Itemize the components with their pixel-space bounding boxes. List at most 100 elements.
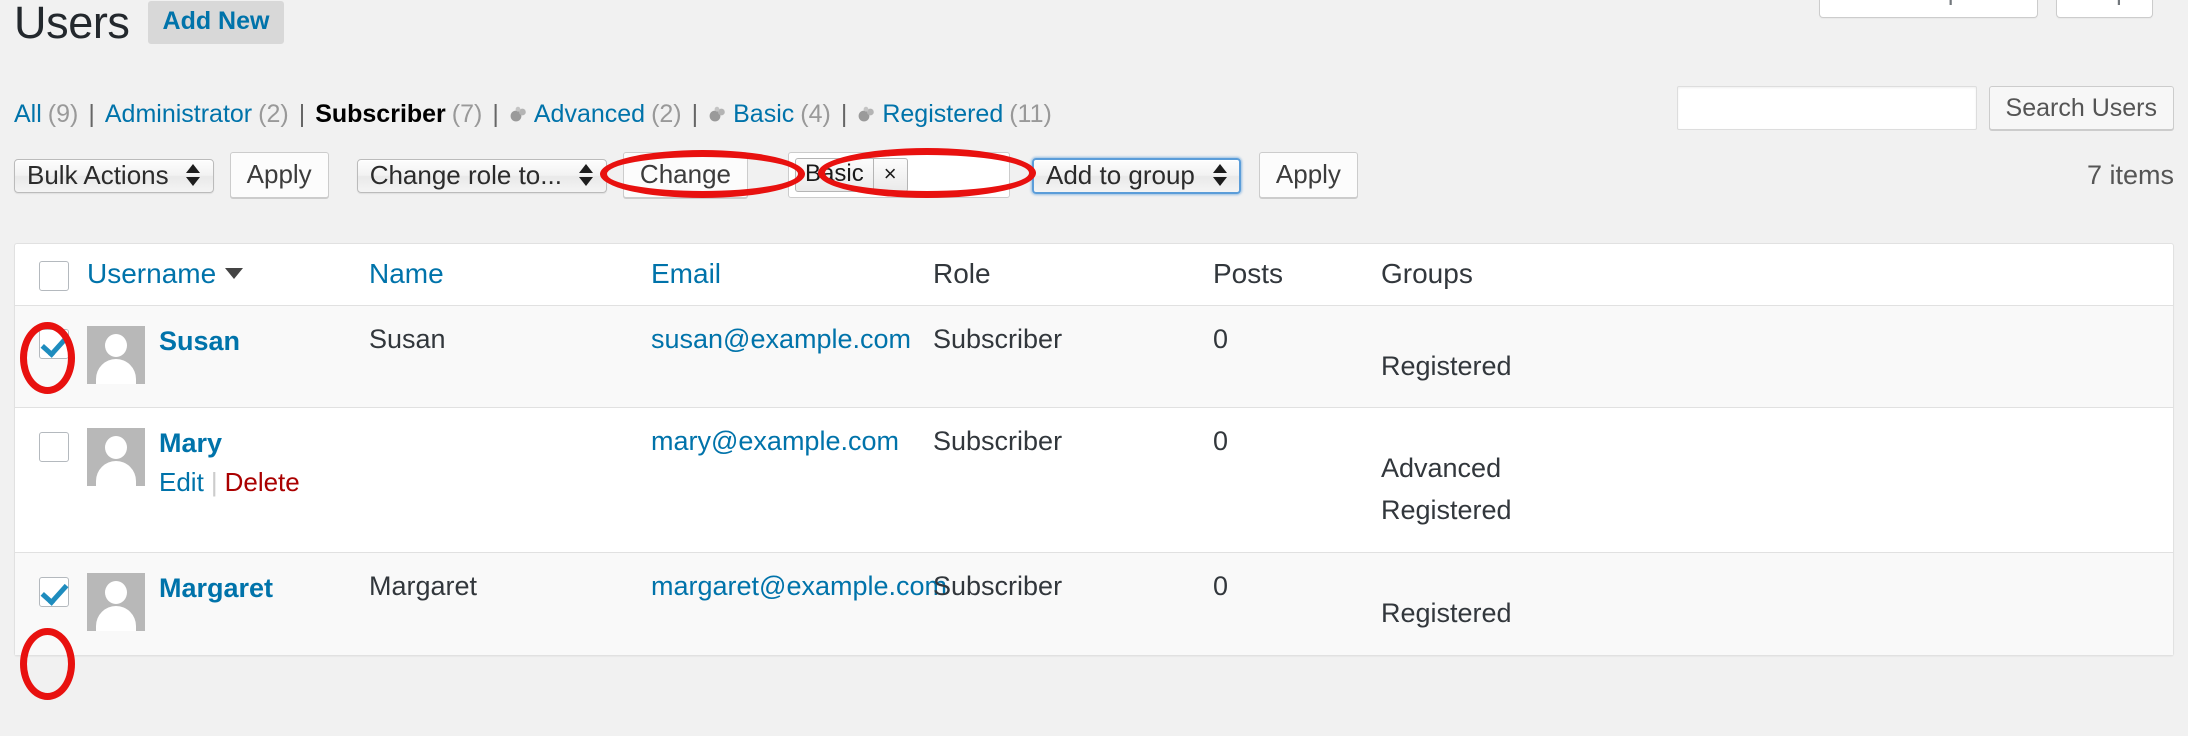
filter-registered[interactable]: Registered (11) [857,100,1052,129]
add-to-group-select-wrap: Add to group [1032,157,1241,194]
group-token-field[interactable]: Basic × [788,152,1010,198]
group-icon [708,102,728,122]
filter-separator: | [298,100,306,128]
column-header-posts: Posts [1213,244,1381,306]
filter-count: (9) [47,100,79,128]
email-link[interactable]: mary@example.com [651,426,899,456]
filter-advanced[interactable]: Advanced (2) [509,100,682,129]
table-row: Susan Susan susan@example.com Subscriber 0 Re… [15,305,2173,409]
row-checkbox[interactable] [39,577,69,608]
change-role-select[interactable]: Change role to... [356,158,607,193]
avatar [87,573,145,632]
column-header-email[interactable]: Email [651,244,933,306]
select-all-checkbox[interactable] [39,260,69,291]
users-table: Username Name Email Role Posts Groups Su… [15,244,2173,655]
column-header-name[interactable]: Name [369,244,651,306]
filter-count: (11) [1009,100,1052,128]
username-link[interactable]: Mary [159,428,300,459]
username-cell: Susan [87,305,369,409]
column-header-username-label: Username [87,258,217,290]
filter-link-registered[interactable]: Registered [882,100,1003,129]
filter-count: (4) [800,100,831,128]
username-cell: Mary Edit | Delete [87,407,369,554]
username-link[interactable]: Margaret [159,573,273,604]
search-input[interactable] [1676,86,1977,130]
column-header-groups: Groups [1381,244,2173,306]
filter-all[interactable]: All (9) [14,100,78,129]
filter-count: (2) [258,100,289,128]
filter-link-basic[interactable]: Basic [733,100,794,129]
role-cell: Subscriber [933,407,1213,554]
users-table-wrapper: Username Name Email Role Posts Groups Su… [14,243,2174,656]
group-token-label: Basic [805,160,864,187]
filter-count: (2) [651,100,682,128]
select-all-header [15,244,87,306]
group-token[interactable]: Basic × [795,158,908,192]
delete-link[interactable]: Delete [225,467,300,497]
role-filter-links: All (9) | Administrator (2) | Subscriber (7) | Ad… [14,100,1052,129]
table-nav-top: Bulk Actions Apply Change role to... Cha… [14,152,2174,208]
avatar [87,325,145,384]
group-icon [509,102,529,122]
sort-desc-icon [225,268,244,280]
bulk-actions-select[interactable]: Bulk Actions [14,158,214,193]
column-header-role: Role [933,244,1213,306]
search-users-button[interactable]: Search Users [1988,86,2174,130]
filter-administrator[interactable]: Administrator (2) [105,100,289,129]
groups-cell: Registered [1381,305,2173,409]
group-name: Advanced [1381,453,1502,484]
row-checkbox-cell [15,407,87,554]
filter-count: (7) [451,100,483,128]
row-checkbox-cell [15,305,87,409]
row-actions: Edit | Delete [159,467,300,498]
screen-options-button[interactable]: Screen Options [1819,0,2038,18]
role-cell: Subscriber [933,305,1213,409]
row-checkbox[interactable] [39,432,69,463]
posts-cell: 0 [1213,407,1381,554]
column-header-username[interactable]: Username [87,244,369,306]
filter-link-all[interactable]: All [14,100,42,129]
change-role-button[interactable]: Change [622,152,748,198]
items-count: 7 items [2086,160,2174,190]
bulk-actions-select-wrap: Bulk Actions [14,158,214,193]
close-icon[interactable]: × [872,159,907,191]
group-name: Registered [1381,598,1512,629]
screen-meta-bar: Screen Options Help [1819,0,2153,18]
email-link[interactable]: susan@example.com [651,324,911,354]
bulk-apply-button[interactable]: Apply [229,152,329,198]
filter-separator: | [840,100,848,128]
groups-cell: Registered [1381,553,2173,655]
username-cell: Margaret [87,553,369,655]
search-box: Search Users [1676,86,2174,130]
filter-link-administrator[interactable]: Administrator [105,100,252,129]
row-checkbox[interactable] [39,329,69,360]
edit-link[interactable]: Edit [159,467,204,497]
filter-basic[interactable]: Basic (4) [708,100,831,129]
filter-separator: | [88,100,95,128]
table-header-row: Username Name Email Role Posts Groups [15,244,2173,306]
username-link[interactable]: Susan [159,326,240,357]
filter-link-subscriber[interactable]: Subscriber [315,100,446,129]
table-row: Margaret Margaret margaret@example.com Subs… [15,552,2173,655]
group-name: Registered [1381,350,1512,381]
role-cell: Subscriber [933,571,1063,602]
filter-link-advanced[interactable]: Advanced [534,100,645,129]
name-cell: Susan [369,305,651,409]
users-table-head: Username Name Email Role Posts Groups [15,244,2173,306]
group-icon [857,102,877,122]
posts-cell: 0 [1213,305,1381,409]
help-button[interactable]: Help [2055,0,2153,18]
name-cell [369,407,651,554]
add-to-group-select[interactable]: Add to group [1032,157,1241,194]
page-title: Users [14,0,130,48]
table-row: Mary Edit | Delete mary@example.com Subscribe… [15,407,2173,554]
users-admin-page: Screen Options Help Users Add New All(9)… [0,0,2188,736]
add-new-button[interactable]: Add New [147,1,285,45]
email-link[interactable]: margaret@example.com [651,571,947,601]
group-apply-button[interactable]: Apply [1258,152,1358,198]
groups-cell: Advanced Registered [1381,407,2173,554]
page-header: Users Add New [14,0,285,48]
filter-separator: | [492,100,499,128]
filter-subscriber[interactable]: Subscriber (7) [315,100,482,129]
email-cell: susan@example.com [651,305,933,409]
